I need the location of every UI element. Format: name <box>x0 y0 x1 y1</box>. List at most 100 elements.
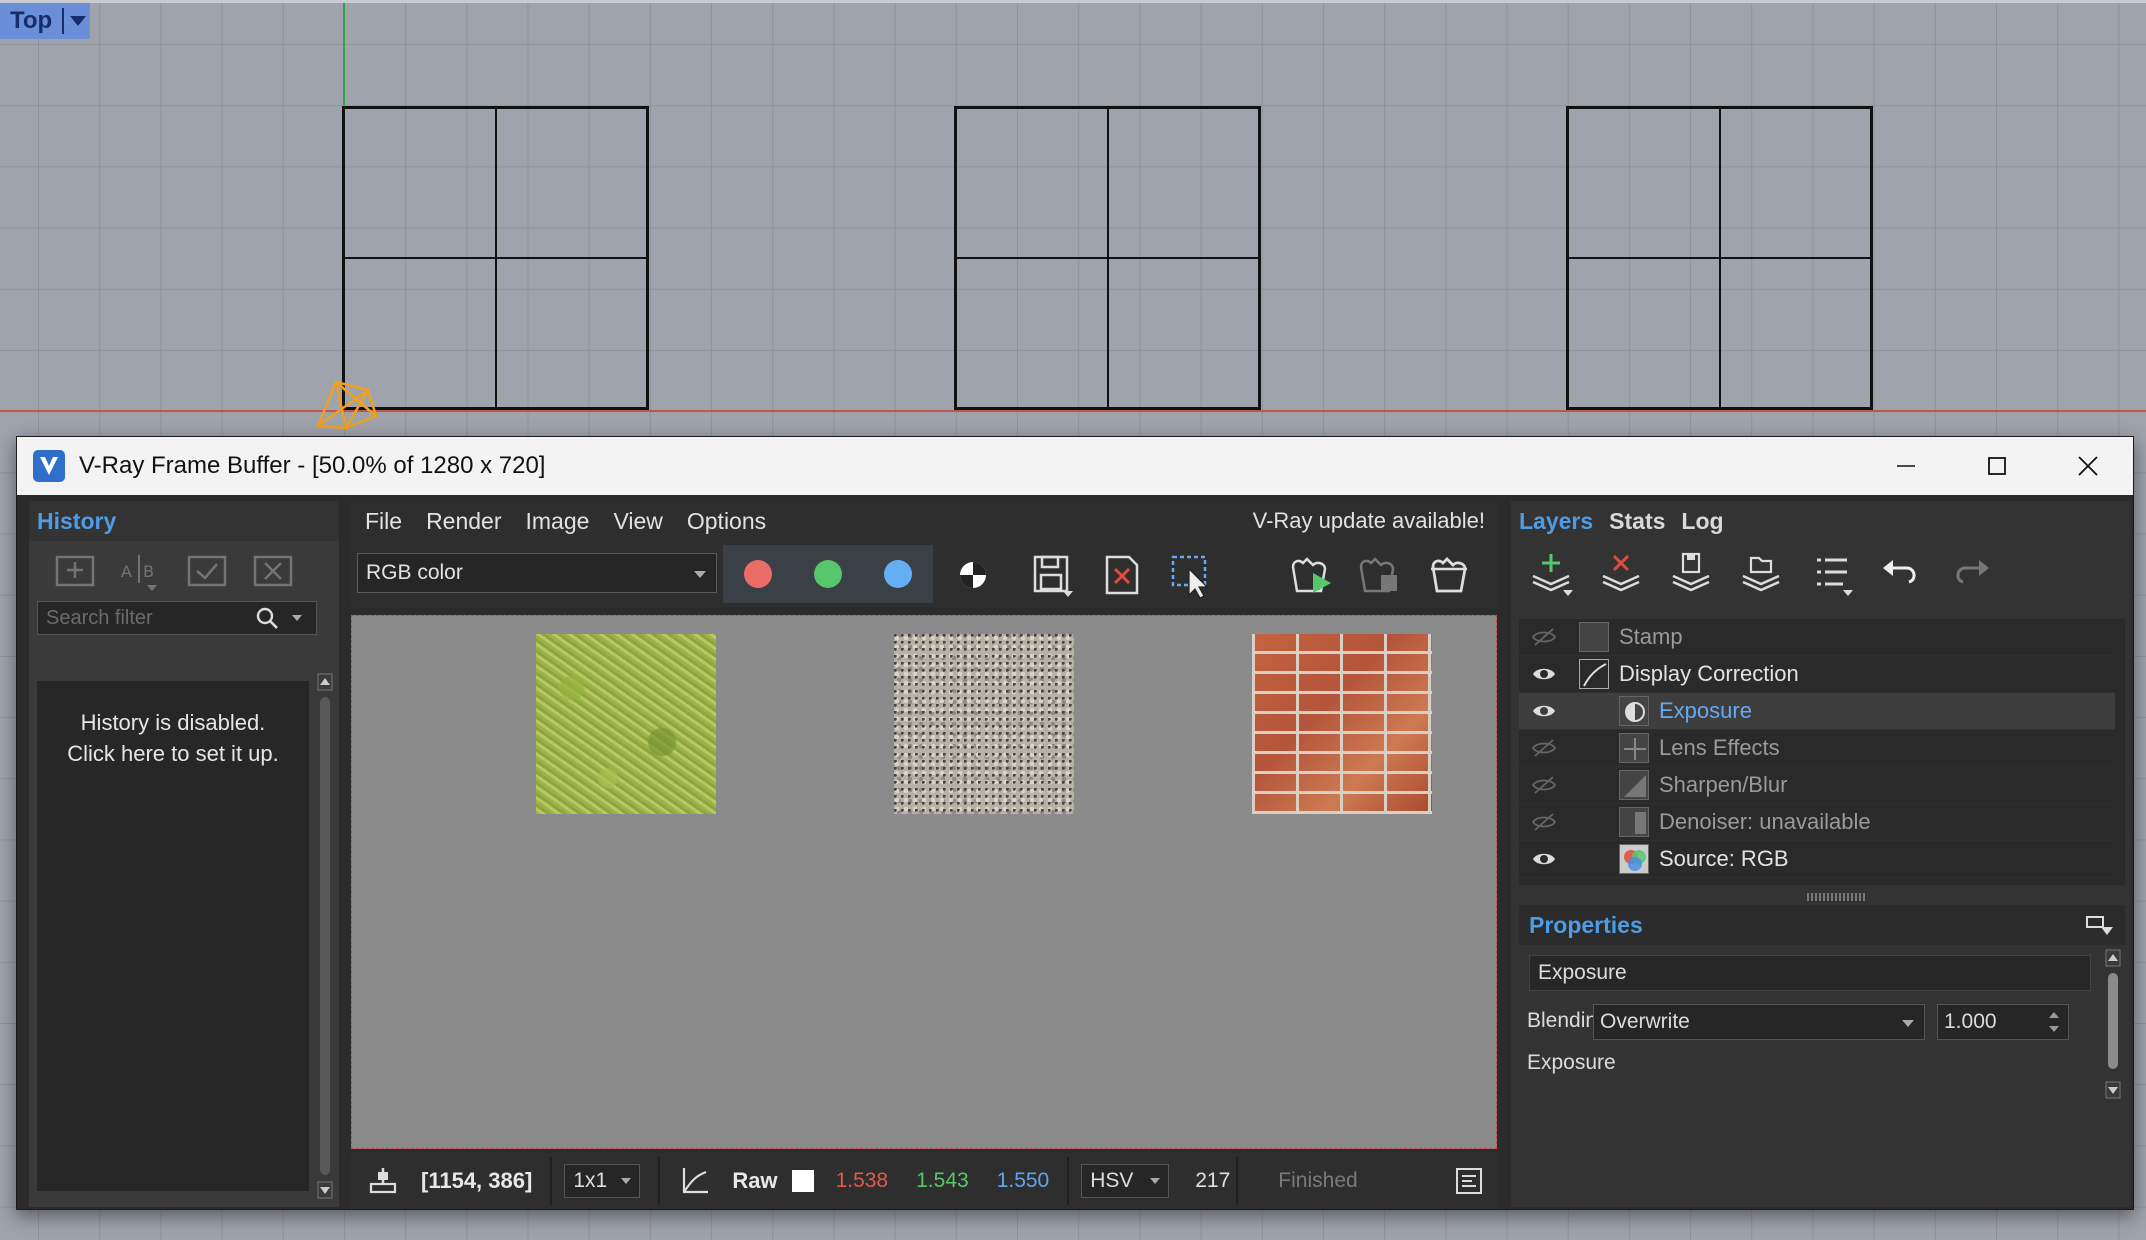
maximize-button[interactable] <box>1951 437 2042 495</box>
menu-file[interactable]: File <box>365 508 402 535</box>
properties-layer-name-field[interactable]: Exposure <box>1529 955 2091 991</box>
history-delete-icon[interactable] <box>249 551 297 591</box>
history-panel: History AB History is disabled. Click he… <box>29 501 339 1207</box>
render-channel-select[interactable]: RGB color <box>357 553 717 593</box>
save-image-icon[interactable] <box>1027 551 1079 599</box>
green-channel-button[interactable] <box>793 545 863 603</box>
history-title: History <box>37 507 117 534</box>
layer-row-source-rgb[interactable]: Source: RGB <box>1519 841 2115 878</box>
layer-presets-icon[interactable] <box>1807 550 1855 596</box>
search-icon[interactable] <box>254 605 280 631</box>
layers-panel: Layers Stats Log Stamp Display Correctio… <box>1511 501 2131 1207</box>
blending-amount-spinbox[interactable]: 1.000 <box>1937 1004 2069 1040</box>
history-scroll-thumb[interactable] <box>320 697 330 1175</box>
tab-stats[interactable]: Stats <box>1609 508 1665 535</box>
pixel-lock-icon[interactable] <box>365 1164 401 1198</box>
red-channel-button[interactable] <box>723 545 793 603</box>
blending-mode-value: Overwrite <box>1600 1010 1690 1033</box>
redo-icon[interactable] <box>1947 550 1995 596</box>
layer-visible-icon[interactable] <box>1531 849 1557 869</box>
history-load-icon[interactable] <box>183 551 231 591</box>
color-curve-icon[interactable] <box>678 1164 712 1198</box>
exposure-icon <box>1619 696 1649 726</box>
light-icon[interactable] <box>306 370 382 434</box>
right-panel-tabs: Layers Stats Log <box>1511 501 2131 541</box>
alpha-channel-icon[interactable] <box>947 551 999 599</box>
layer-visible-icon[interactable] <box>1531 664 1557 684</box>
search-options-chevron-icon[interactable] <box>292 615 302 621</box>
layer-hidden-icon[interactable] <box>1531 812 1557 832</box>
undo-icon[interactable] <box>1877 550 1925 596</box>
render-interactive-icon[interactable] <box>1425 551 1477 599</box>
plane-object-brick[interactable] <box>1566 106 1873 410</box>
layer-row-exposure[interactable]: Exposure <box>1519 693 2115 730</box>
layer-hidden-icon[interactable] <box>1531 775 1557 795</box>
layers-tree[interactable]: Stamp Display Correction Exposure Lens E… <box>1519 619 2125 885</box>
history-search-box[interactable] <box>37 601 317 635</box>
layer-row-denoiser[interactable]: Denoiser: unavailable <box>1519 804 2115 841</box>
scroll-down-icon[interactable] <box>317 1181 333 1199</box>
history-disabled-message[interactable]: History is disabled. Click here to set i… <box>37 681 309 769</box>
history-ab-compare-icon[interactable]: AB <box>117 551 165 591</box>
scroll-up-icon[interactable] <box>317 673 333 691</box>
properties-scrollbar[interactable] <box>2105 949 2121 1099</box>
layer-visible-icon[interactable] <box>1531 701 1557 721</box>
chevron-down-icon <box>1902 1020 1914 1027</box>
scroll-up-icon[interactable] <box>2105 949 2121 967</box>
update-notice[interactable]: V-Ray update available! <box>1253 508 1485 534</box>
menu-image[interactable]: Image <box>526 508 590 535</box>
plane-object-grass[interactable] <box>342 106 649 410</box>
blue-channel-button[interactable] <box>863 545 933 603</box>
layer-row-lens-effects[interactable]: Lens Effects <box>1519 730 2115 767</box>
menu-view[interactable]: View <box>613 508 662 535</box>
close-button[interactable] <box>2042 437 2133 495</box>
clear-image-icon[interactable] <box>1097 551 1149 599</box>
close-icon <box>2077 456 2098 476</box>
menu-options[interactable]: Options <box>687 508 766 535</box>
history-scrollbar[interactable] <box>317 673 333 1199</box>
tab-layers[interactable]: Layers <box>1519 508 1593 535</box>
add-layer-icon[interactable] <box>1527 550 1575 596</box>
minimize-button[interactable] <box>1860 437 1951 495</box>
color-space-select[interactable]: HSV <box>1081 1164 1170 1198</box>
pixel-coordinates: [1154, 386] <box>421 1168 533 1193</box>
history-message-line2[interactable]: Click here to set it up. <box>37 738 309 769</box>
layer-hidden-icon[interactable] <box>1531 627 1557 647</box>
tab-log[interactable]: Log <box>1681 508 1723 535</box>
plane-object-gravel[interactable] <box>954 106 1261 410</box>
load-layer-tree-icon[interactable] <box>1737 550 1785 596</box>
window-titlebar[interactable]: V-Ray Frame Buffer - [50.0% of 1280 x 72… <box>17 437 2133 495</box>
render-view[interactable] <box>351 615 1497 1149</box>
stop-render-icon[interactable] <box>1353 551 1405 599</box>
layer-name: Source: RGB <box>1659 846 1789 871</box>
blending-mode-select[interactable]: Overwrite <box>1593 1004 1925 1040</box>
panel-splitter[interactable] <box>1807 893 1867 901</box>
region-render-icon[interactable] <box>1167 551 1219 599</box>
menu-render[interactable]: Render <box>426 508 501 535</box>
viewport-dropdown-icon[interactable] <box>70 16 87 26</box>
vfb-toolbar: RGB color <box>351 541 1499 607</box>
spin-arrows-icon[interactable] <box>2048 1009 2060 1035</box>
layer-row-stamp[interactable]: Stamp <box>1519 619 2115 656</box>
layer-row-sharpen-blur[interactable]: Sharpen/Blur <box>1519 767 2115 804</box>
status-separator <box>1067 1157 1070 1205</box>
save-layer-tree-icon[interactable] <box>1667 550 1715 596</box>
red-channel-icon <box>744 560 772 588</box>
properties-scroll-thumb[interactable] <box>2108 973 2118 1069</box>
delete-layer-icon[interactable] <box>1597 550 1645 596</box>
history-list[interactable]: History is disabled. Click here to set i… <box>37 681 309 1191</box>
properties-options-icon[interactable] <box>2085 913 2113 937</box>
layer-name: Display Correction <box>1619 661 1799 686</box>
viewport-tab[interactable]: Top <box>0 3 90 39</box>
color-mode-label[interactable]: Raw <box>732 1168 777 1194</box>
start-render-icon[interactable] <box>1285 551 1337 599</box>
status-separator <box>1236 1157 1239 1205</box>
blending-amount-value: 1.000 <box>1944 1010 1997 1033</box>
history-search-input[interactable] <box>38 606 248 630</box>
layer-row-display-correction[interactable]: Display Correction <box>1519 656 2115 693</box>
sampling-select[interactable]: 1x1 <box>564 1164 641 1198</box>
layer-hidden-icon[interactable] <box>1531 738 1557 758</box>
history-save-icon[interactable] <box>51 551 99 591</box>
render-log-icon[interactable] <box>1454 1166 1484 1196</box>
scroll-down-icon[interactable] <box>2105 1081 2121 1099</box>
